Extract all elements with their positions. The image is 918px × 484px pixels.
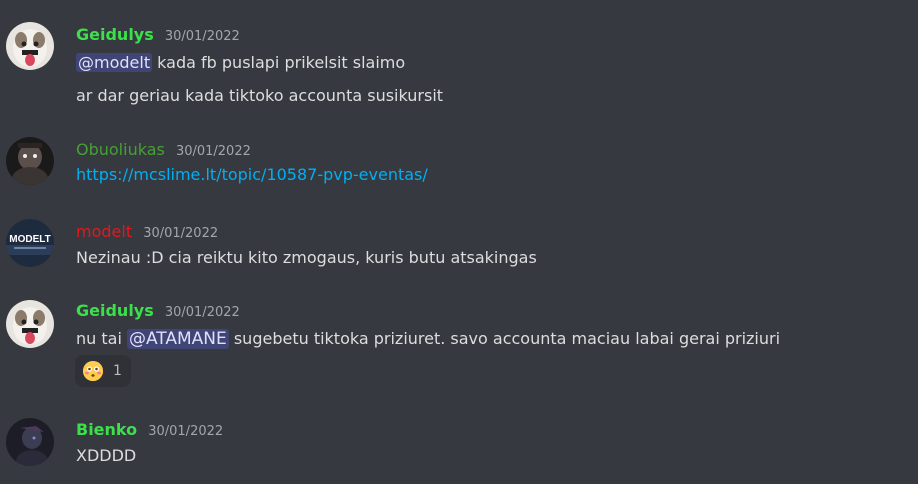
modelt-logo-avatar-icon: MODELT [6, 219, 54, 267]
message-header: Geidulys 30/01/2022 [76, 300, 240, 322]
timestamp: 30/01/2022 [143, 226, 219, 241]
message-header: Obuoliukas 30/01/2022 [76, 139, 251, 161]
timestamp: 30/01/2022 [148, 424, 224, 439]
reaction-count: 1 [113, 363, 122, 379]
timestamp: 30/01/2022 [175, 144, 251, 159]
user-mention[interactable]: @modelt [76, 53, 153, 72]
dark-figure-avatar-icon [6, 137, 54, 185]
message-line: Nezinau :D cia reiktu kito zmogaus, kuri… [76, 247, 537, 269]
author-name[interactable]: Bienko [76, 420, 137, 439]
message-header: Bienko 30/01/2022 [76, 419, 223, 441]
message-line: ar dar geriau kada tiktoko accounta susi… [76, 85, 443, 107]
chat-message-list: Geidulys 30/01/2022 @modelt kada fb pusl… [0, 0, 918, 484]
message-text: XDDDD [76, 446, 137, 465]
avatar[interactable] [6, 137, 54, 185]
message-text: ar dar geriau kada tiktoko accounta susi… [76, 86, 444, 105]
white-dog-avatar-icon [6, 300, 54, 348]
timestamp: 30/01/2022 [164, 29, 240, 44]
message-line: @modelt kada fb puslapi prikelsit slaimo [76, 52, 405, 74]
message-header: Geidulys 30/01/2022 [76, 24, 240, 46]
timestamp: 30/01/2022 [164, 305, 240, 320]
user-mention[interactable]: @ATAMANE [126, 329, 229, 349]
dark-anime-avatar-icon [6, 418, 54, 466]
author-name[interactable]: Geidulys [76, 301, 154, 320]
message-text: Nezinau :D cia reiktu kito zmogaus, kuri… [76, 248, 537, 267]
author-name[interactable]: Obuoliukas [76, 140, 165, 159]
avatar[interactable]: MODELT [6, 219, 54, 267]
avatar[interactable] [6, 300, 54, 348]
white-dog-avatar-icon [6, 22, 54, 70]
message-line: XDDDD [76, 445, 136, 467]
author-name[interactable]: modelt [76, 222, 132, 241]
flushed-face-icon [83, 361, 103, 381]
message-link[interactable]: https://mcslime.lt/topic/10587-pvp-event… [76, 165, 428, 184]
message-header: modelt 30/01/2022 [76, 221, 218, 243]
message-text: kada fb puslapi prikelsit slaimo [152, 53, 406, 72]
message-line: https://mcslime.lt/topic/10587-pvp-event… [76, 164, 428, 186]
author-name[interactable]: Geidulys [76, 25, 154, 44]
avatar[interactable] [6, 22, 54, 70]
message-text: sugebetu tiktoka priziuret. savo account… [228, 329, 781, 348]
reaction-button[interactable]: 1 [75, 355, 131, 387]
svg-text:MODELT: MODELT [9, 234, 50, 245]
avatar[interactable] [6, 418, 54, 466]
message-text: nu tai [76, 329, 127, 348]
message-line: nu tai @ATAMANE sugebetu tiktoka priziur… [76, 328, 780, 350]
